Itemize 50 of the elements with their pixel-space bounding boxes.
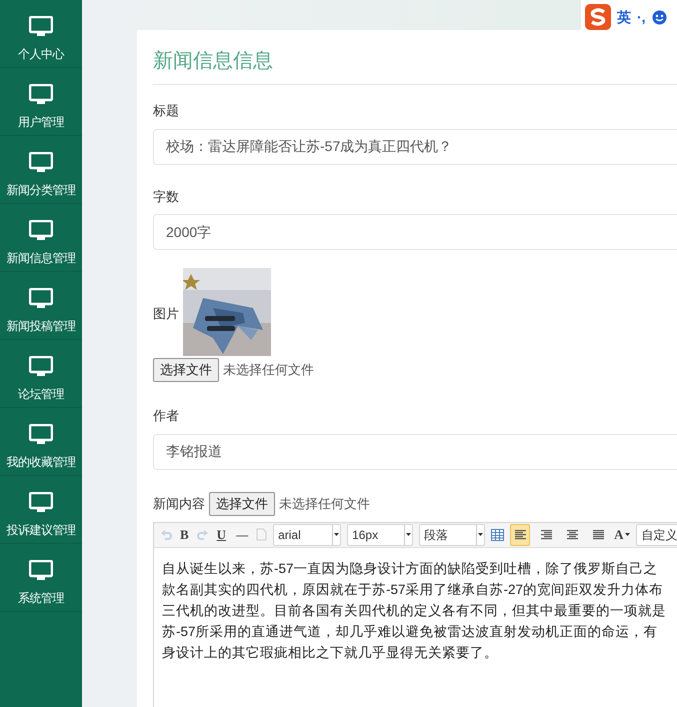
field-label: 标题 xyxy=(153,102,180,120)
monitor-icon xyxy=(29,288,53,310)
monitor-icon xyxy=(29,16,53,38)
monitor-icon xyxy=(29,84,53,106)
caret-icon xyxy=(478,533,484,536)
toolbar-select[interactable]: 16px xyxy=(347,524,414,546)
language-indicator[interactable]: 英 xyxy=(617,6,631,28)
text-line: 苏-57所采用的直通进气道，却几乎难以避免被雷达波直射发动机正面的命运，有 xyxy=(162,622,658,640)
text-input[interactable]: 李铭报道 xyxy=(153,434,677,470)
smiley-icon[interactable] xyxy=(652,10,667,24)
horizontal-rule-button[interactable]: — xyxy=(234,526,250,544)
monitor-icon xyxy=(29,492,53,514)
toolbar-select[interactable]: 段落 xyxy=(419,524,486,546)
text-input[interactable]: 校场：雷达屏障能否让苏-57成为真正四代机？ xyxy=(153,128,677,164)
text-line: 款名副其实的四代机，原因就在于苏-57采用了继承自苏-27的宽间距双发升力体布 xyxy=(162,580,664,598)
monitor-icon xyxy=(29,220,53,242)
file-status: 未选择任何文件 xyxy=(223,361,314,380)
font-color-button[interactable]: A xyxy=(614,524,630,544)
punctuation-indicator[interactable]: ·, xyxy=(637,6,646,28)
align-left-icon xyxy=(514,530,526,540)
choose-file-button[interactable]: 选择文件 xyxy=(209,492,275,516)
field-label: 图片 xyxy=(153,305,179,324)
field-label: 新闻内容 xyxy=(153,494,205,513)
align-right-icon xyxy=(540,530,552,540)
caret-icon xyxy=(625,533,630,536)
logo-icon xyxy=(585,4,611,30)
monitor-icon xyxy=(29,424,53,446)
field-label: 作者 xyxy=(153,407,180,425)
text-line: 三代机的改进型。目前各国有关四代机的定义各有不同，但其中最重要的一项就是 xyxy=(162,602,666,620)
field-label: 字数 xyxy=(153,188,180,206)
text-line: 自从诞生以来，苏-57一直因为隐身设计方面的缺陷受到吐槽，除了俄罗斯自己之 xyxy=(162,560,658,578)
toolbar-select[interactable]: 自定义 xyxy=(636,524,677,546)
page-title: 新闻信息信息 xyxy=(153,46,677,85)
file-status: 未选择任何文件 xyxy=(279,494,370,513)
editor-content[interactable]: 自从诞生以来，苏-57一直因为隐身设计方面的缺陷受到吐槽，除了俄罗斯自己之 款名副其实的四代机，原因就在于苏-57采用了继承自苏-27的宽间距双发升力体布 三代机的改进型。目前各国有关四代机的定义各有不同，但其中最重要的一项就是 苏-57所采用的直通进气道，却几乎难以避免被雷达波直射发动机正面的命运，有 身设计上的其它瑕疵相比之下就几乎显得无关紧要了。 xyxy=(154,548,677,707)
text-input[interactable]: 2000字 xyxy=(153,214,677,250)
table-icon[interactable] xyxy=(491,528,504,540)
monitor-icon xyxy=(29,356,53,378)
bold-button[interactable]: B xyxy=(178,524,191,544)
justify-icon xyxy=(592,530,604,540)
underline-button[interactable]: U xyxy=(214,524,228,544)
choose-file-button[interactable]: 选择文件 xyxy=(153,358,219,382)
align-button[interactable] xyxy=(510,524,530,546)
monitor-icon xyxy=(29,560,53,582)
monitor-icon xyxy=(29,152,53,174)
text-line: 身设计上的其它瑕疵相比之下就几乎显得无关紧要了。 xyxy=(162,644,498,662)
toolbar-select[interactable]: arial xyxy=(273,524,342,546)
align-center-icon xyxy=(566,530,578,540)
caret-icon xyxy=(334,533,340,536)
caret-icon xyxy=(406,533,412,536)
